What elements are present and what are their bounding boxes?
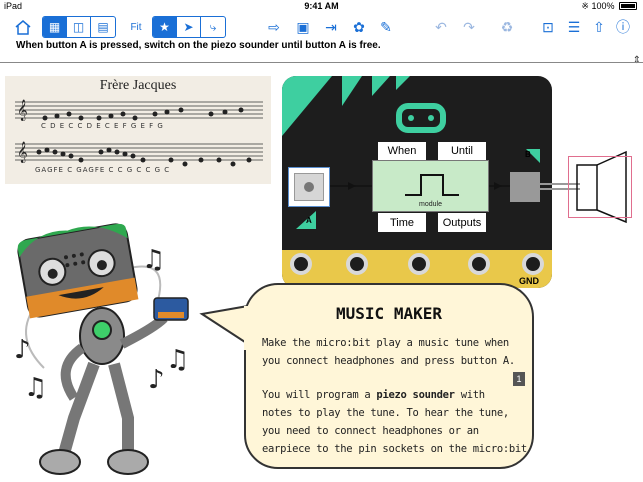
- view-mode-segment[interactable]: ▦ ◫ ▤: [42, 16, 116, 38]
- gnd-label: GND: [519, 276, 539, 286]
- sheet-music: Frère Jacques 𝄞 𝄞 C D E C C D E C E F G …: [5, 76, 271, 184]
- import-icon[interactable]: ⇨: [263, 16, 285, 38]
- bubble-paragraph-2-line-3: you need to connect headphones or an: [262, 425, 479, 437]
- bubble-paragraph-1-line-2: you connect headphones and press button …: [262, 355, 515, 367]
- module-label: module: [419, 201, 442, 208]
- pin-b-label: B: [525, 150, 531, 159]
- notes-line-1: C D E C C D E C E F G E F G: [41, 122, 164, 130]
- export-icon[interactable]: ⇥: [320, 16, 342, 38]
- tree-icon[interactable]: ◫: [67, 17, 91, 37]
- question-icon[interactable]: ⓘ: [612, 16, 634, 38]
- list-icon[interactable]: ☰: [563, 16, 585, 38]
- battery-indicator: ※ 100%: [581, 1, 637, 12]
- module-icon[interactable]: ▣: [292, 16, 314, 38]
- pin-pad-1: [346, 253, 368, 275]
- piezo-sounder[interactable]: [568, 156, 632, 218]
- pin-a-label: A: [306, 216, 312, 225]
- svg-text:♫: ♫: [142, 245, 165, 275]
- microbit-logo: [396, 103, 446, 133]
- until-slot[interactable]: Until: [438, 142, 486, 160]
- battery-percent: 100%: [591, 1, 615, 11]
- bubble-paragraph-1-line-1: Make the micro:bit play a music tune whe…: [262, 337, 509, 349]
- keyboard-icon[interactable]: ▤: [91, 17, 115, 37]
- resize-handle-icon[interactable]: ⇕: [633, 55, 641, 66]
- svg-text:♫: ♫: [166, 345, 189, 375]
- bubble-paragraph-2-line-2: notes to play the tune. To hear the tune…: [262, 407, 509, 419]
- status-bar: iPad 9:41 AM ※ 100%: [0, 0, 643, 14]
- pin-pad-0: [290, 253, 312, 275]
- page-number-badge[interactable]: 1: [513, 372, 525, 386]
- settings-flower-icon[interactable]: ✿: [348, 16, 370, 38]
- svg-text:𝄞: 𝄞: [17, 142, 28, 163]
- toolbar: ▦ ◫ ▤ Fit ★ ➤ ⤷ ⇨ ▣ ⇥ ✿ ✎ ↶ ↷ ♻ ⊡ ☰ ⇧ ⓘ: [0, 14, 643, 40]
- notes-line-2: GAGFE C GAGFE C C G C C G C: [35, 166, 171, 174]
- svg-text:♪: ♪: [14, 335, 31, 365]
- run-icon[interactable]: ➤: [177, 17, 201, 37]
- svg-text:♫: ♫: [24, 373, 47, 403]
- button-a[interactable]: [288, 167, 330, 207]
- help-icon[interactable]: ⊡: [537, 16, 559, 38]
- outputs-slot[interactable]: Outputs: [438, 213, 486, 232]
- piezo-sounder-term: piezo sounder: [376, 389, 455, 401]
- undo-icon[interactable]: ↶: [430, 16, 452, 38]
- when-slot[interactable]: When: [378, 142, 426, 160]
- trash-icon[interactable]: ♻: [496, 16, 518, 38]
- layout-icon[interactable]: ▦: [43, 17, 67, 37]
- svg-text:𝄞: 𝄞: [17, 100, 28, 121]
- run-mode-segment[interactable]: ★ ➤ ⤷: [152, 16, 226, 38]
- bluetooth-icon: ※: [581, 1, 589, 11]
- bubble-text-fragment: with: [454, 389, 485, 401]
- person-icon[interactable]: ★: [153, 17, 177, 37]
- bubble-title: MUSIC MAKER: [336, 304, 442, 323]
- instruction-text[interactable]: When button A is pressed, switch on the …: [16, 40, 381, 51]
- time-slot[interactable]: Time: [378, 213, 426, 232]
- bubble-paragraph-2-line-1: You will program a piezo sounder with: [262, 386, 532, 404]
- battery-icon: [619, 2, 637, 10]
- sound-icon[interactable]: ⤷: [201, 17, 225, 37]
- pin-pad-gnd: [522, 253, 544, 275]
- toolbar-divider: [0, 62, 643, 63]
- fit-button[interactable]: Fit: [124, 16, 148, 38]
- pin-pad-3: [468, 253, 490, 275]
- bubble-text-fragment: You will program a: [262, 389, 377, 401]
- pen-icon[interactable]: ✎: [375, 16, 397, 38]
- bubble-paragraph-2-line-4: earpiece to the pin sockets on the micro…: [262, 443, 527, 455]
- clock: 9:41 AM: [304, 1, 339, 11]
- share-icon[interactable]: ⇧: [588, 16, 610, 38]
- home-icon[interactable]: [12, 16, 34, 38]
- redo-icon[interactable]: ↷: [458, 16, 480, 38]
- pin-pad-2: [408, 253, 430, 275]
- svg-text:♪: ♪: [148, 365, 165, 395]
